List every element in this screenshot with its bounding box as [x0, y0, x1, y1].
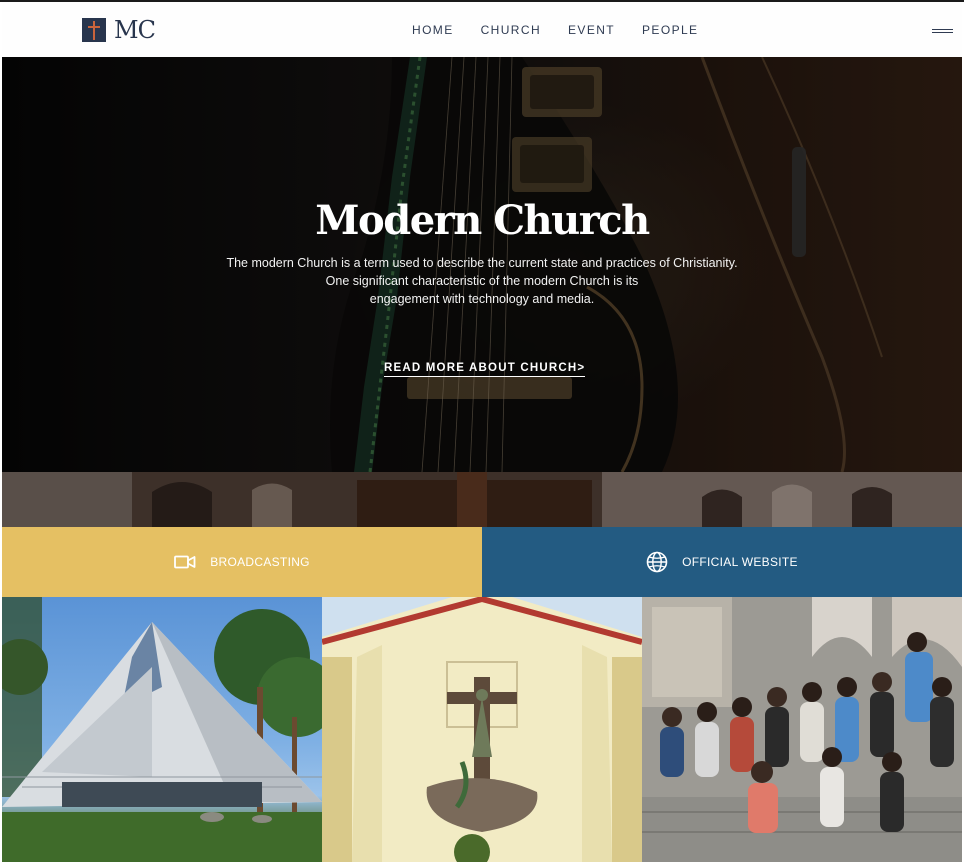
gallery-image-youth-group[interactable] — [642, 597, 962, 862]
logo[interactable]: MC — [82, 16, 156, 44]
main-nav: HOME CHURCH EVENT PEOPLE — [412, 23, 698, 37]
gallery-image-modern-church[interactable] — [2, 597, 322, 862]
hero-description-line: One significant characteristic of the mo… — [325, 274, 639, 288]
globe-icon — [646, 551, 668, 573]
hero-description: The modern Church is a term used to desc… — [202, 254, 762, 308]
logo-text: MC — [114, 16, 156, 44]
official-website-label: OFFICIAL WEBSITE — [682, 555, 798, 569]
cross-logo-icon — [82, 18, 106, 42]
nav-people[interactable]: PEOPLE — [642, 23, 698, 37]
nav-church[interactable]: CHURCH — [481, 23, 541, 37]
hero-description-line: engagement with technology and media. — [369, 292, 595, 306]
gallery-image-church-crucifix[interactable] — [322, 597, 642, 862]
read-more-church-link[interactable]: READ MORE ABOUT CHURCH> — [384, 362, 586, 377]
church-interior-image — [2, 472, 962, 527]
broadcasting-button[interactable]: BROADCASTING — [2, 527, 482, 597]
site-header: MC HOME CHURCH EVENT PEOPLE — [2, 2, 962, 57]
hero-title: Modern Church — [315, 197, 650, 244]
chevron-right-icon: > — [577, 362, 586, 374]
broadcasting-label: BROADCASTING — [210, 555, 310, 569]
video-camera-icon — [174, 555, 196, 569]
official-website-button[interactable]: OFFICIAL WEBSITE — [482, 527, 962, 597]
hero-description-line: The modern Church is a term used to desc… — [226, 256, 738, 270]
hero-banner: Modern Church The modern Church is a ter… — [2, 57, 962, 472]
nav-event[interactable]: EVENT — [568, 23, 615, 37]
page: MC HOME CHURCH EVENT PEOPLE Modern Churc… — [2, 2, 962, 862]
hamburger-menu-icon[interactable] — [932, 29, 953, 35]
nav-home[interactable]: HOME — [412, 23, 454, 37]
read-more-label: READ MORE ABOUT CHURCH — [384, 362, 578, 374]
